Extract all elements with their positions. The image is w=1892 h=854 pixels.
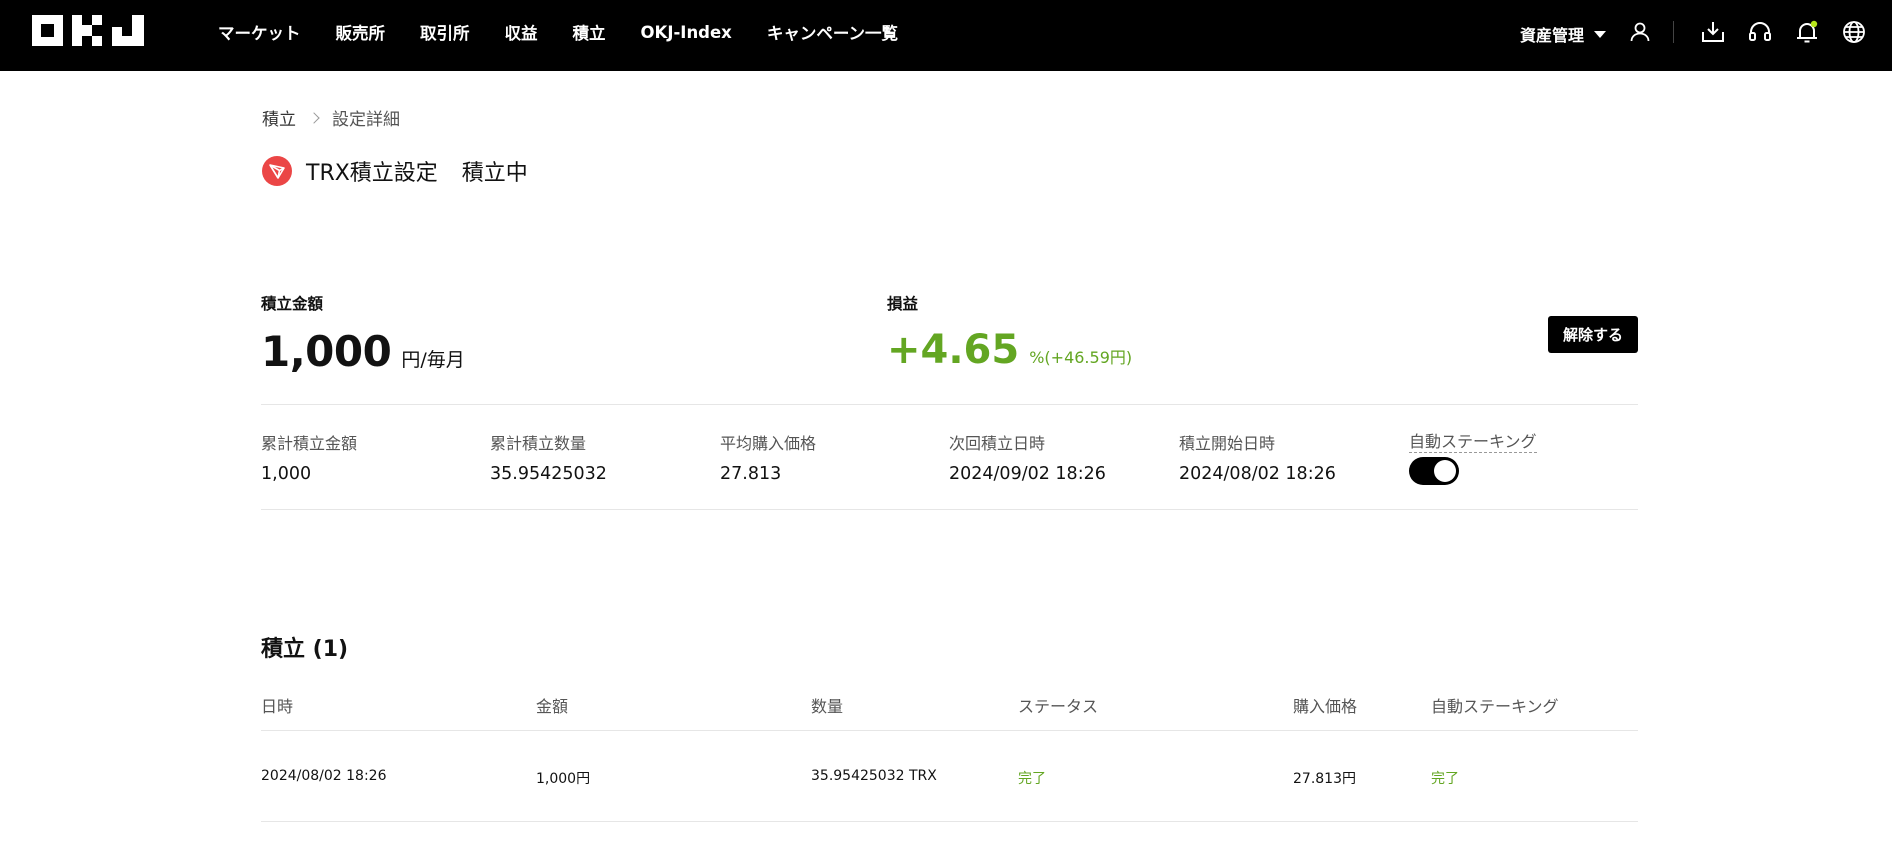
tron-coin-icon	[262, 156, 292, 186]
cell-auto-staking: 完了	[1431, 771, 1459, 787]
cancel-plan-button[interactable]: 解除する	[1548, 316, 1638, 353]
nav-item-okj-index[interactable]: OKJ-Index	[641, 23, 732, 42]
caret-down-icon	[1594, 30, 1607, 38]
auto-staking-label[interactable]: 自動ステーキング	[1409, 432, 1537, 453]
stat-value: 2024/09/02 18:26	[949, 464, 1106, 484]
nav-item-earn[interactable]: 収益	[505, 20, 538, 44]
stat-value: 27.813	[720, 464, 782, 484]
nav-item-broker[interactable]: 販売所	[336, 20, 386, 44]
column-header-date: 日時	[261, 697, 294, 716]
asset-management-menu[interactable]: 資産管理	[1520, 22, 1607, 46]
amount-unit: 円/毎月	[401, 349, 465, 371]
stat-value: 1,000	[261, 464, 312, 484]
main-nav: マーケット 販売所 取引所 収益 積立 OKJ-Index キャンペーン一覧	[218, 0, 933, 64]
stat-label: 累計積立金額	[261, 434, 358, 453]
stat-auto-staking: 自動ステーキング	[1409, 428, 1537, 453]
chevron-right-icon	[308, 111, 320, 124]
stat-total-quantity: 累計積立数量 35.95425032	[490, 430, 607, 484]
cell-price: 27.813円	[1293, 771, 1356, 787]
stat-label: 積立開始日時	[1179, 434, 1276, 453]
pnl-display: +4.65 %(+46.59円)	[887, 327, 1132, 373]
divider	[261, 821, 1638, 822]
stat-label: 累計積立数量	[490, 434, 587, 453]
plan-status: 積立中	[461, 161, 528, 186]
breadcrumb-current: 設定詳細	[332, 110, 400, 130]
nav-item-recurring[interactable]: 積立	[573, 20, 606, 44]
stat-total-amount: 累計積立金額 1,000	[261, 430, 357, 484]
headset-icon[interactable]	[1747, 19, 1773, 45]
toggle-knob	[1434, 460, 1456, 482]
toolbar-divider	[1673, 21, 1674, 43]
cell-status: 完了	[1018, 771, 1046, 787]
column-header-amount: 金額	[536, 697, 569, 716]
plan-title-row: TRX積立設定 積立中	[262, 155, 528, 187]
user-icon[interactable]	[1627, 19, 1653, 45]
page-title: TRX積立設定	[306, 161, 438, 186]
nav-item-campaigns[interactable]: キャンペーン一覧	[767, 20, 898, 44]
nav-item-exchange[interactable]: 取引所	[420, 20, 470, 44]
amount-display: 1,000 円/毎月	[261, 327, 465, 376]
column-header-status: ステータス	[1018, 697, 1099, 716]
okj-logo[interactable]	[32, 15, 144, 46]
download-icon[interactable]	[1700, 19, 1726, 45]
column-header-quantity: 数量	[811, 697, 844, 716]
divider	[261, 509, 1638, 510]
history-section-title: 積立 (1)	[261, 637, 349, 662]
bell-icon[interactable]	[1794, 19, 1820, 45]
cell-quantity: 35.95425032 TRX	[811, 768, 937, 784]
cell-date: 2024/08/02 18:26	[261, 768, 387, 784]
stat-start-date: 積立開始日時 2024/08/02 18:26	[1179, 430, 1336, 484]
pnl-detail: %(+46.59円)	[1029, 348, 1133, 367]
column-header-auto-staking: 自動ステーキング	[1431, 697, 1559, 716]
pnl-value: +4.65	[887, 327, 1020, 373]
top-navigation-bar: マーケット 販売所 取引所 収益 積立 OKJ-Index キャンペーン一覧 資…	[0, 0, 1892, 71]
pnl-label: 損益	[887, 295, 919, 313]
stat-label: 次回積立日時	[949, 434, 1046, 453]
auto-staking-toggle[interactable]	[1409, 457, 1459, 485]
amount-label: 積立金額	[261, 295, 324, 313]
stat-value: 2024/08/02 18:26	[1179, 464, 1336, 484]
breadcrumb: 積立 設定詳細	[262, 105, 400, 130]
stat-value: 35.95425032	[490, 464, 607, 484]
asset-management-label: 資産管理	[1520, 26, 1585, 45]
globe-icon[interactable]	[1841, 19, 1867, 45]
breadcrumb-root[interactable]: 積立	[262, 105, 296, 130]
column-header-price: 購入価格	[1293, 697, 1358, 716]
nav-item-market[interactable]: マーケット	[218, 20, 301, 44]
divider	[261, 404, 1638, 405]
stat-label: 平均購入価格	[720, 434, 817, 453]
stat-average-price: 平均購入価格 27.813	[720, 430, 816, 484]
amount-value: 1,000	[261, 327, 392, 376]
cell-amount: 1,000円	[536, 771, 591, 787]
stat-next-date: 次回積立日時 2024/09/02 18:26	[949, 430, 1106, 484]
divider	[261, 730, 1638, 731]
